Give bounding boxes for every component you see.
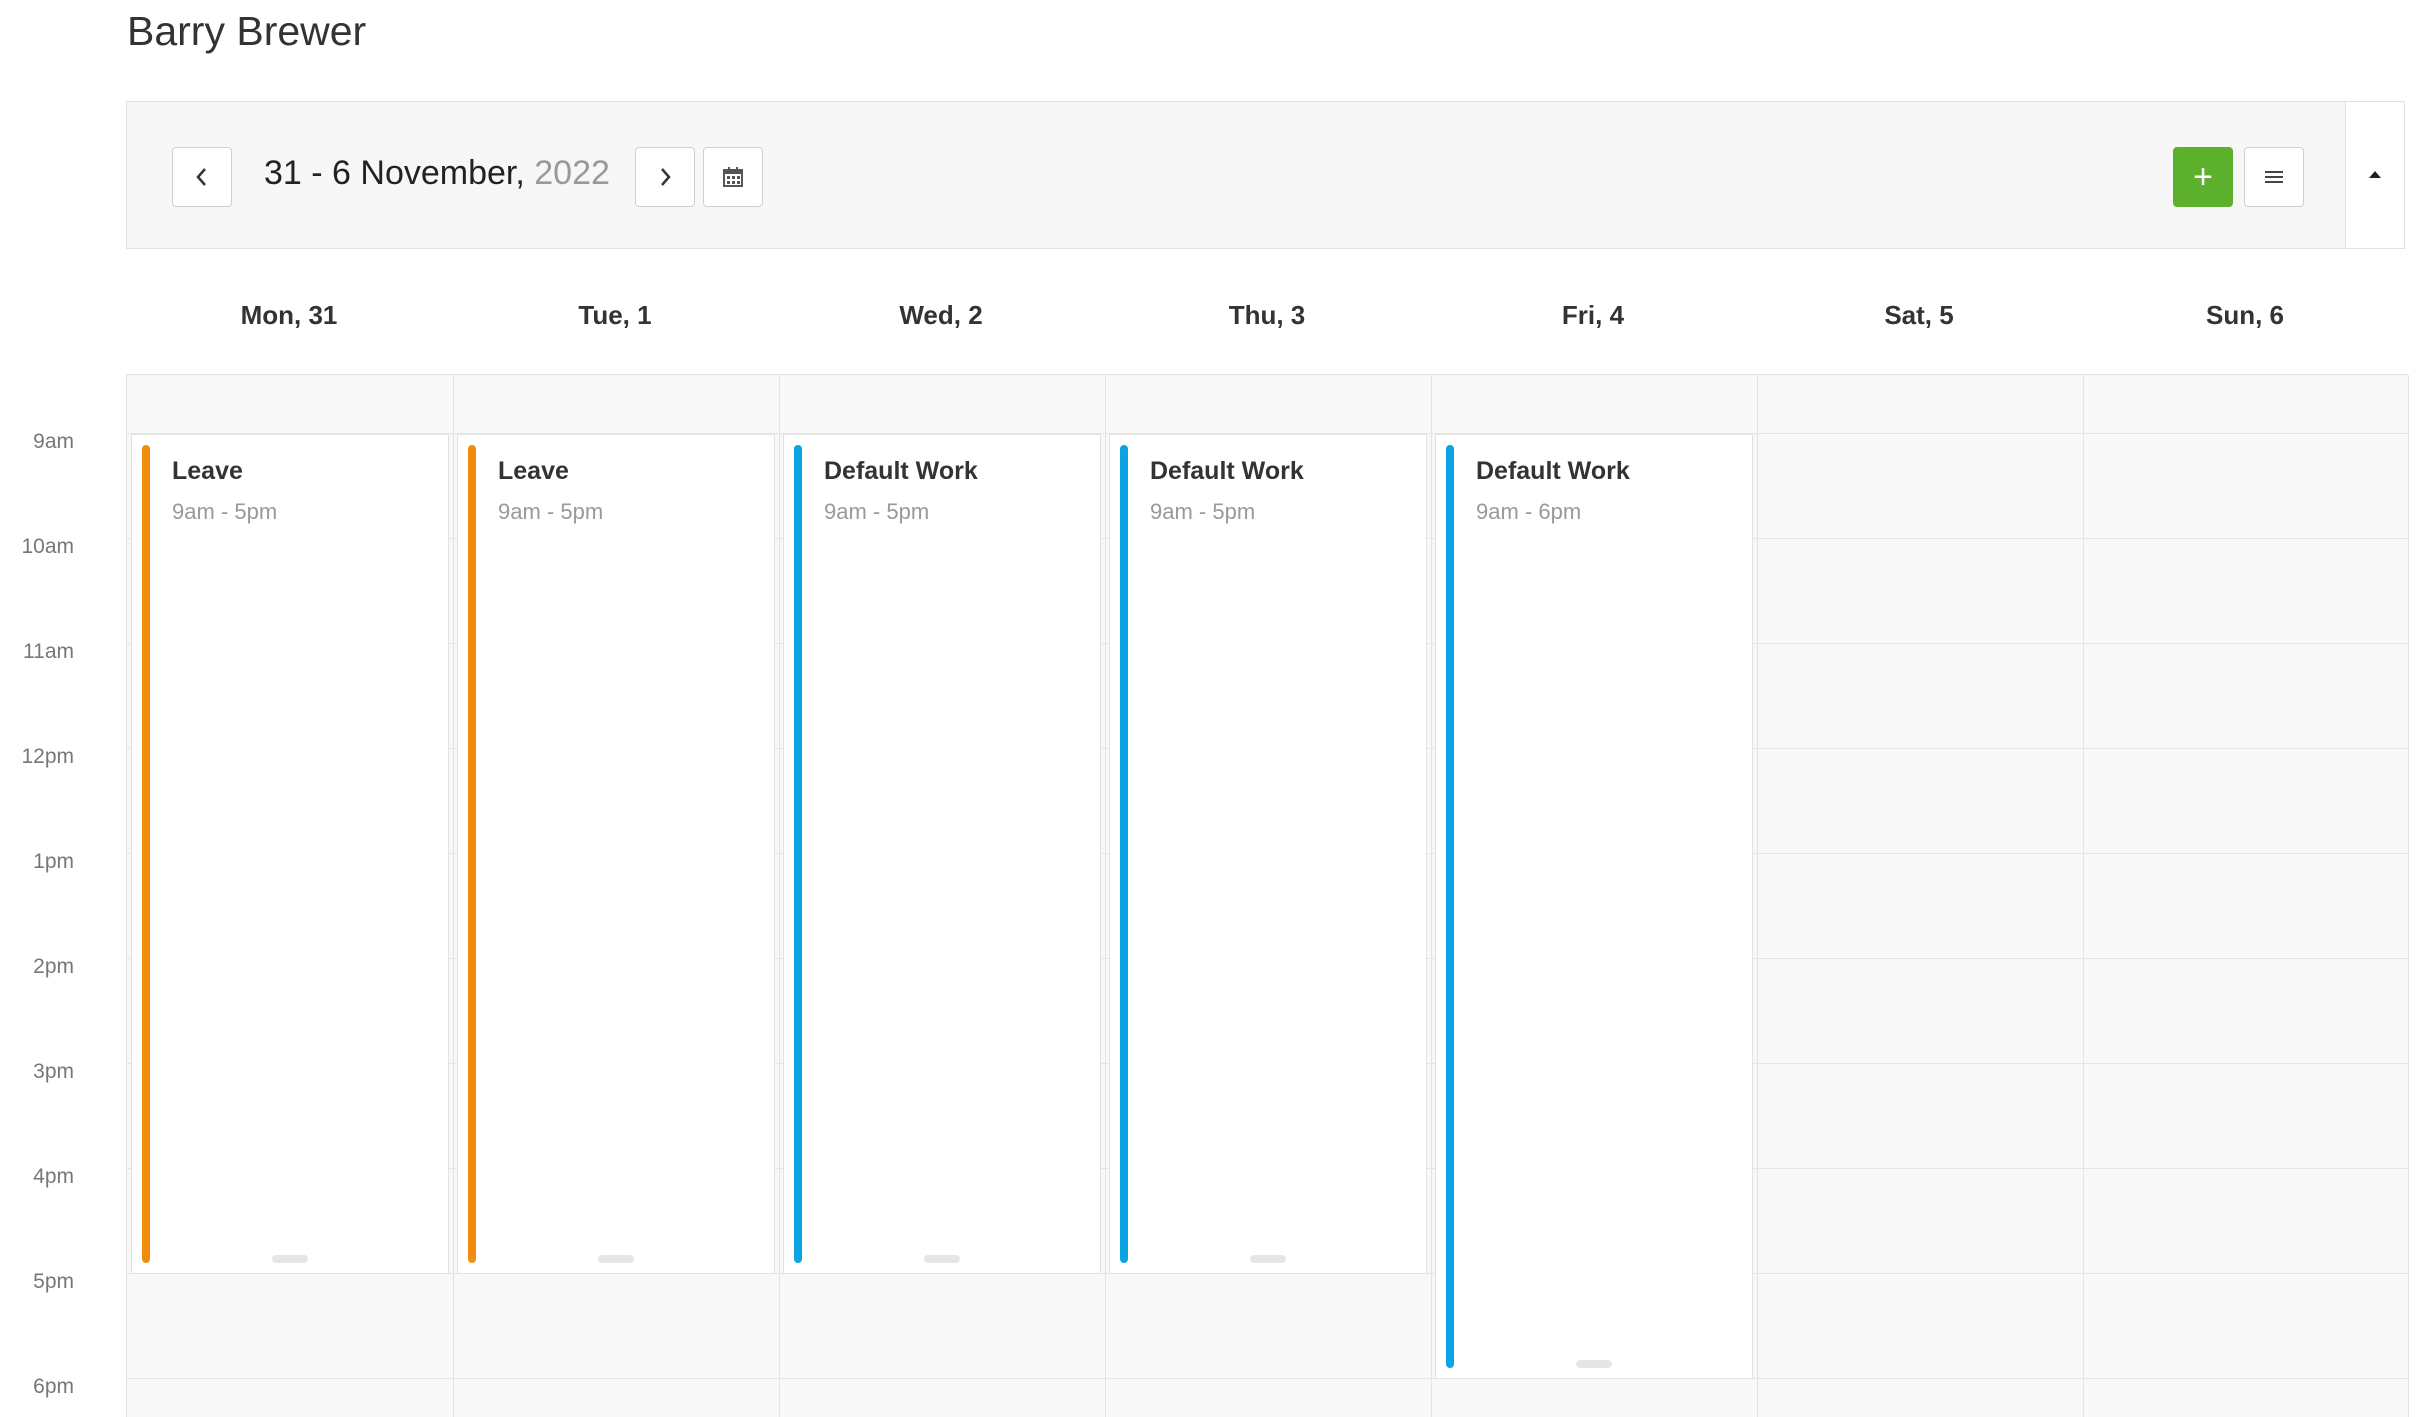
time-label: 11am — [23, 640, 74, 663]
grid-line — [1757, 375, 1758, 1417]
date-range-text: 31 - 6 November, — [264, 154, 525, 192]
time-label: 4pm — [33, 1165, 74, 1188]
event-title: Leave — [498, 457, 569, 485]
event-card[interactable]: Leave 9am - 5pm — [131, 434, 449, 1274]
event-time: 9am - 6pm — [1476, 499, 1582, 524]
day-header: Tue, 1 — [578, 300, 652, 330]
event-time: 9am - 5pm — [498, 499, 604, 524]
event-color-bar — [1120, 445, 1128, 1263]
day-header: Wed, 2 — [899, 300, 983, 330]
page-title: Barry Brewer — [127, 8, 367, 54]
chevron-left-icon — [194, 166, 210, 188]
event-color-bar — [468, 445, 476, 1263]
calendar-grid[interactable]: Leave 9am - 5pm Leave 9am - 5pm Default … — [126, 374, 2409, 1417]
day-header: Sat, 5 — [1884, 300, 1954, 330]
day-header: Thu, 3 — [1228, 300, 1306, 330]
day-header: Mon, 31 — [240, 300, 338, 330]
calendar-toolbar: 31 - 6 November, 2022 + — [126, 101, 2405, 249]
time-label: 2pm — [33, 955, 74, 978]
collapse-toggle[interactable] — [2345, 102, 2404, 248]
time-label: 10am — [21, 535, 74, 558]
grid-line — [2083, 375, 2084, 1417]
date-picker-button[interactable] — [703, 147, 763, 207]
resize-handle[interactable] — [272, 1255, 308, 1263]
event-color-bar — [142, 445, 150, 1263]
time-label: 1pm — [33, 850, 74, 873]
grid-line — [1431, 375, 1432, 1417]
event-title: Default Work — [1150, 457, 1304, 485]
resize-handle[interactable] — [1250, 1255, 1286, 1263]
time-label: 9am — [33, 430, 74, 453]
event-title: Default Work — [1476, 457, 1630, 485]
event-card[interactable]: Default Work 9am - 5pm — [1109, 434, 1427, 1274]
time-label: 5pm — [33, 1270, 74, 1293]
event-card[interactable]: Default Work 9am - 5pm — [783, 434, 1101, 1274]
event-time: 9am - 5pm — [824, 499, 930, 524]
event-card[interactable]: Leave 9am - 5pm — [457, 434, 775, 1274]
add-event-button[interactable]: + — [2173, 147, 2233, 207]
previous-week-button[interactable] — [172, 147, 232, 207]
day-headers: Mon, 31 Tue, 1 Wed, 2 Thu, 3 Fri, 4 Sat,… — [126, 300, 2408, 350]
grid-line — [779, 375, 780, 1417]
event-card[interactable]: Default Work 9am - 6pm — [1435, 434, 1753, 1379]
time-label: 12pm — [21, 745, 74, 768]
date-range-year: 2022 — [534, 154, 610, 192]
date-range: 31 - 6 November, 2022 — [264, 154, 610, 193]
chevron-right-icon — [657, 166, 673, 188]
event-time: 9am - 5pm — [1150, 499, 1256, 524]
event-title: Default Work — [824, 457, 978, 485]
resize-handle[interactable] — [598, 1255, 634, 1263]
calendar-icon — [723, 167, 743, 187]
caret-up-icon — [2368, 166, 2382, 184]
grid-line — [2408, 375, 2409, 1417]
event-time: 9am - 5pm — [172, 499, 278, 524]
day-header: Fri, 4 — [1561, 300, 1625, 330]
grid-line — [127, 1378, 2408, 1379]
time-label: 6pm — [33, 1375, 74, 1398]
plus-icon: + — [2193, 157, 2213, 196]
grid-line — [1105, 375, 1106, 1417]
day-header: Sun, 6 — [2205, 300, 2284, 330]
menu-button[interactable] — [2244, 147, 2304, 207]
resize-handle[interactable] — [924, 1255, 960, 1263]
resize-handle[interactable] — [1576, 1360, 1612, 1368]
time-label: 3pm — [33, 1060, 74, 1083]
event-color-bar — [794, 445, 802, 1263]
grid-line — [453, 375, 454, 1417]
next-week-button[interactable] — [635, 147, 695, 207]
event-title: Leave — [172, 457, 243, 485]
event-color-bar — [1446, 445, 1454, 1368]
hamburger-icon — [2264, 169, 2284, 185]
